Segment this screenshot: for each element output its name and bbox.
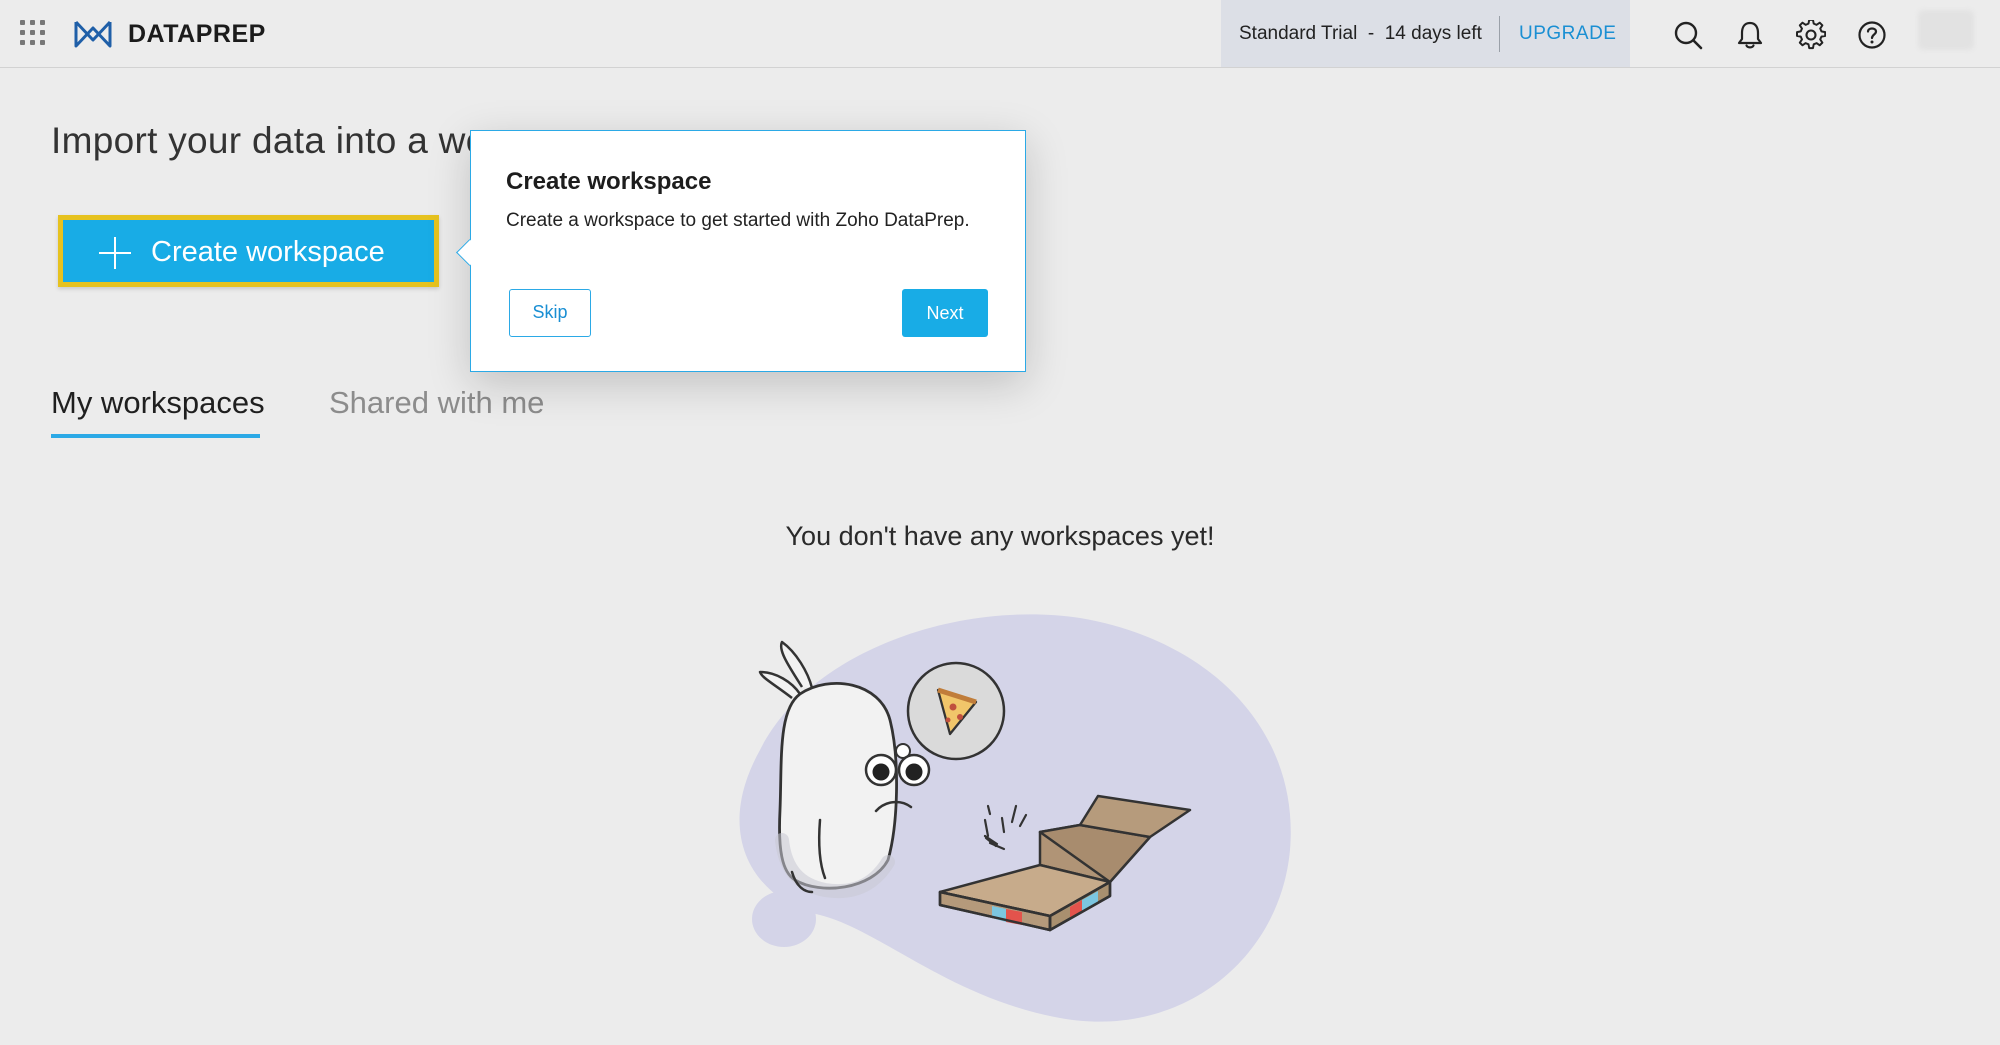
- help-icon[interactable]: [1857, 20, 1887, 50]
- popover-title: Create workspace: [506, 168, 712, 195]
- skip-button[interactable]: Skip: [509, 289, 591, 337]
- popover-description: Create a workspace to get started with Z…: [506, 210, 970, 231]
- upgrade-link[interactable]: UPGRADE: [1519, 23, 1616, 45]
- active-tab-indicator: [51, 434, 260, 438]
- grid-icon[interactable]: [20, 20, 46, 46]
- empty-state-illustration: [739, 614, 1291, 1022]
- tab-shared-with-me[interactable]: Shared with me: [329, 385, 544, 421]
- empty-state-message: You don't have any workspaces yet!: [785, 521, 1215, 551]
- top-bar: DATAPREP Standard Trial - 14 days left U…: [0, 0, 2000, 68]
- bell-icon[interactable]: [1735, 20, 1765, 50]
- dataprep-logo-icon[interactable]: [73, 18, 113, 50]
- trial-banner: Standard Trial - 14 days left UPGRADE: [1221, 0, 1630, 67]
- avatar[interactable]: [1918, 10, 1974, 50]
- onboarding-popover: Create workspace Create a workspace to g…: [456, 130, 1026, 372]
- search-icon[interactable]: [1673, 20, 1703, 50]
- trial-status-text: Standard Trial - 14 days left: [1239, 23, 1482, 44]
- gear-icon[interactable]: [1796, 20, 1826, 50]
- plus-icon: [99, 237, 131, 269]
- small-blob: [752, 891, 816, 947]
- next-button[interactable]: Next: [902, 289, 988, 337]
- create-workspace-button[interactable]: Create workspace: [58, 215, 439, 287]
- popover-arrow: [456, 239, 483, 266]
- brand-name[interactable]: DATAPREP: [128, 20, 266, 49]
- trial-divider: [1499, 16, 1500, 52]
- page-title: Import your data into a wo: [51, 120, 487, 161]
- tab-my-workspaces[interactable]: My workspaces: [51, 385, 265, 421]
- create-workspace-label: Create workspace: [151, 236, 385, 268]
